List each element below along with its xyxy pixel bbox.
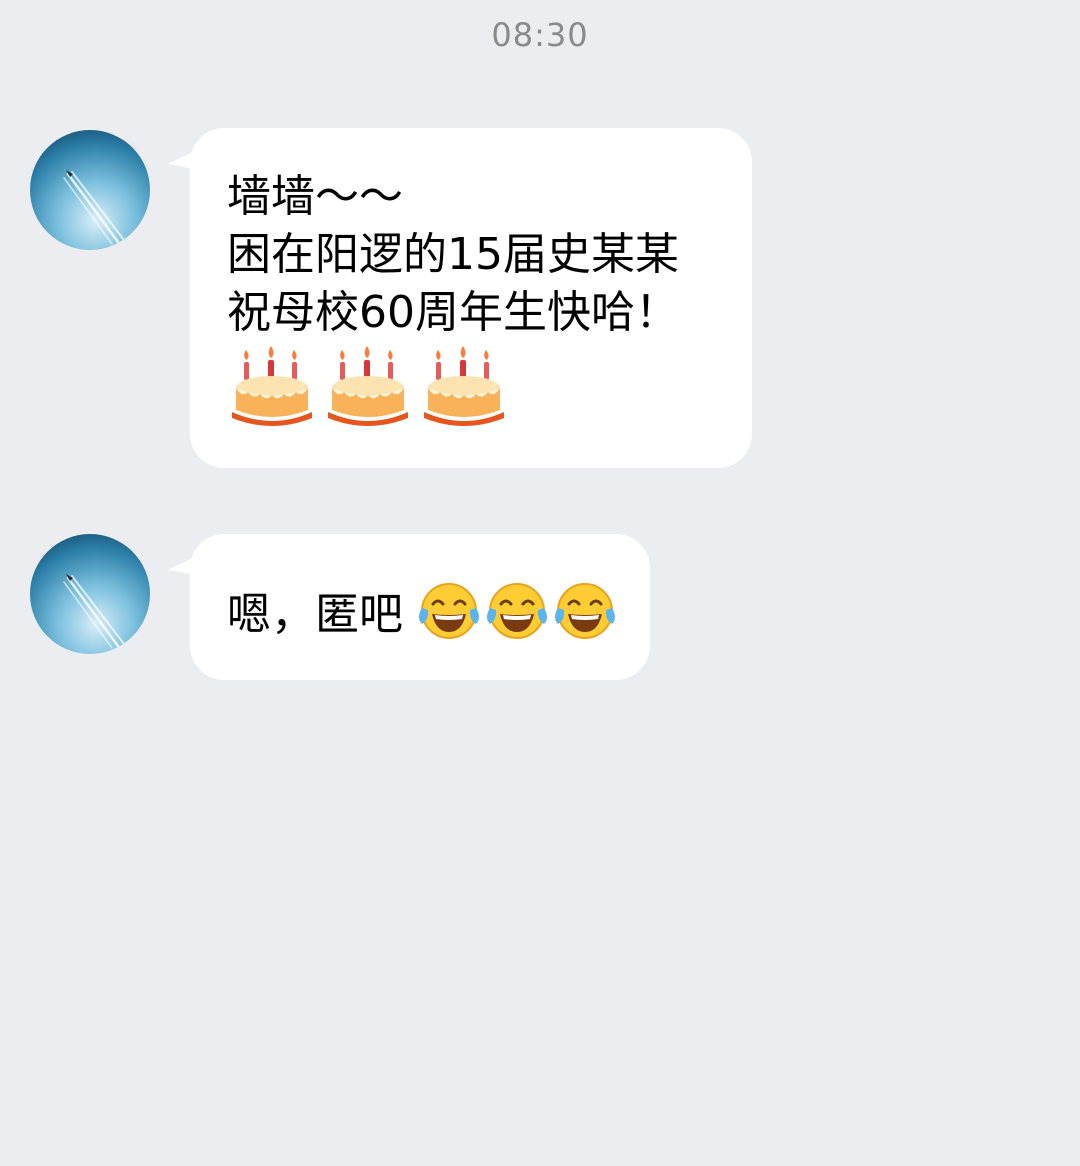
tears-of-joy-emoji [486, 580, 548, 642]
sender-avatar[interactable] [30, 130, 150, 250]
tears-of-joy-emoji [554, 580, 616, 642]
message-bubble[interactable]: 墙墙～～ 困在阳逻的15届史某某 祝母校60周年生快哈！ [168, 128, 752, 468]
message-text: 嗯，匿吧 [227, 589, 403, 640]
message-row: 嗯，匿吧 [0, 534, 1080, 682]
bubble-tail [168, 554, 204, 580]
birthday-cake-emoji [422, 340, 506, 430]
emoji-row [230, 340, 506, 430]
tears-of-joy-emoji [418, 580, 480, 642]
bubble-tail [168, 148, 204, 174]
birthday-cake-emoji [326, 340, 410, 430]
sender-avatar[interactable] [30, 534, 150, 654]
birthday-cake-emoji [230, 340, 314, 430]
message-text-line: 墙墙～～ [227, 171, 403, 222]
message-text-line: 困在阳逻的15届史某某 [227, 229, 679, 280]
chat-timestamp: 08:30 [491, 16, 589, 54]
emoji-row [418, 580, 616, 642]
message-row: 墙墙～～ 困在阳逻的15届史某某 祝母校60周年生快哈！ [0, 128, 1080, 468]
message-bubble[interactable]: 嗯，匿吧 [168, 534, 650, 680]
message-text-line: 祝母校60周年生快哈！ [227, 287, 679, 338]
